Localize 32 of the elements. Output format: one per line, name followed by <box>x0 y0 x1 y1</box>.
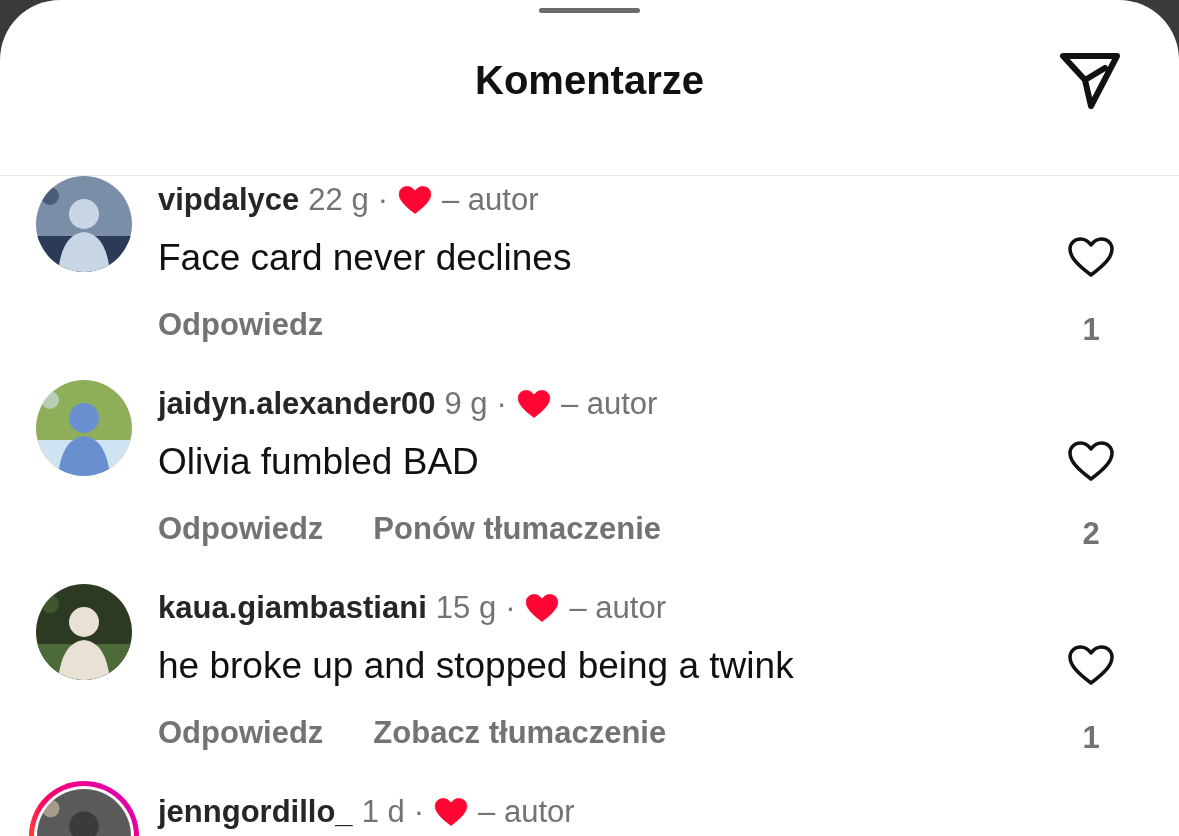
username[interactable]: vipdalyce <box>158 176 300 224</box>
separator: · <box>505 588 516 627</box>
comment-time: 15 g <box>435 588 497 627</box>
drag-handle[interactable] <box>539 8 640 13</box>
username[interactable]: jaidyn.alexander00 <box>158 380 436 428</box>
comment-text: he broke up and stopped being a twink <box>158 644 795 688</box>
author-label: – autor <box>478 792 575 831</box>
comment-text: Face card never declines <box>158 236 573 280</box>
author-label: – autor <box>569 588 666 627</box>
reply-link[interactable]: Odpowiedz <box>158 505 324 553</box>
like-count: 2 <box>1082 515 1100 553</box>
comment-time: 22 g <box>308 180 369 219</box>
username[interactable]: jenngordillo_ <box>158 788 353 836</box>
reply-link[interactable]: Odpowiedz <box>158 301 324 349</box>
sheet-title: Komentarze <box>475 57 704 104</box>
like-count: 1 <box>1082 719 1100 757</box>
reply-link[interactable]: Odpowiedz <box>158 709 324 757</box>
author-label: – autor <box>442 180 539 219</box>
comment-time: 1 d <box>361 792 405 831</box>
translation-link[interactable]: Zobacz tłumaczenie <box>373 709 667 757</box>
separator: · <box>377 180 388 219</box>
translation-link[interactable]: Ponów tłumaczenie <box>373 505 661 553</box>
comment-text: Olivia fumbled BAD <box>158 440 480 484</box>
like-heart-icon[interactable] <box>1067 236 1115 278</box>
like-heart-icon[interactable] <box>1067 440 1115 482</box>
like-count: 1 <box>1082 311 1100 349</box>
separator: · <box>496 384 507 423</box>
author-label: – autor <box>560 384 658 423</box>
username[interactable]: kaua.giambastiani <box>158 584 427 632</box>
like-heart-icon[interactable] <box>1067 644 1115 686</box>
separator: · <box>413 792 425 831</box>
comment-time: 9 g <box>444 384 488 423</box>
